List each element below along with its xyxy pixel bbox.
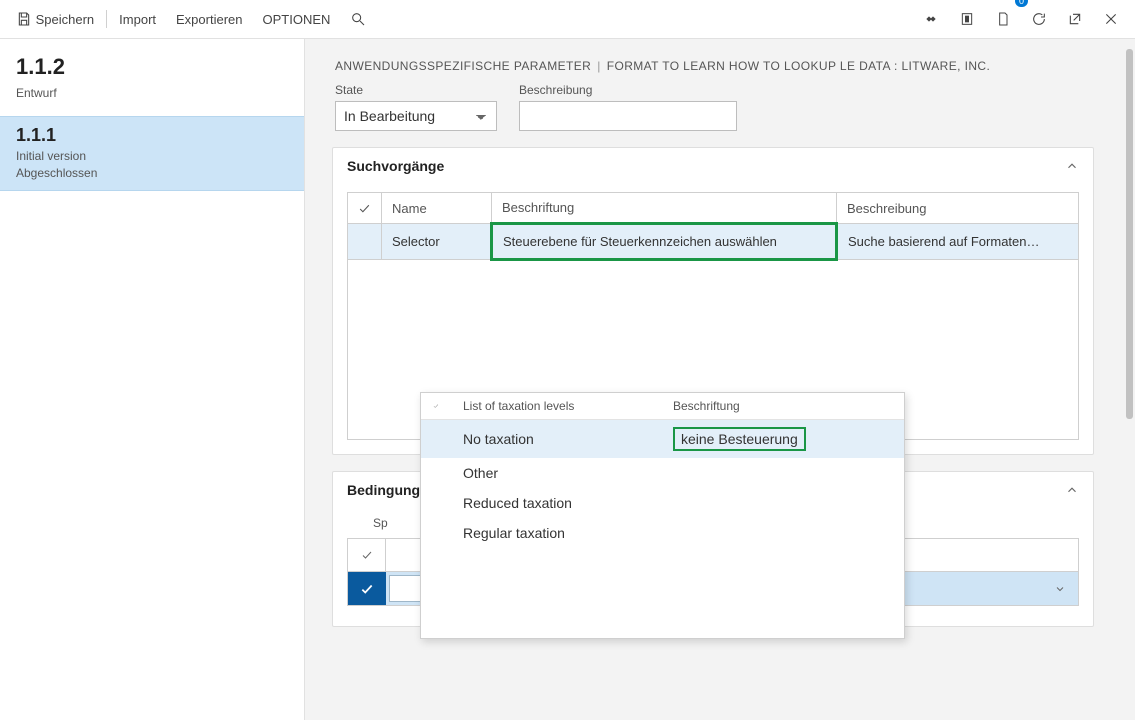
popup-row[interactable]: No taxationkeine Besteuerung bbox=[421, 420, 904, 459]
description-input[interactable] bbox=[519, 101, 737, 131]
table-header-row: Name Beschriftung Beschreibung bbox=[348, 193, 1079, 224]
popup-cell-label: keine Besteuerung bbox=[661, 420, 904, 459]
sidebar-item-selected[interactable]: 1.1.1 Initial version Abgeschlossen bbox=[0, 116, 304, 191]
description-field: Beschreibung bbox=[519, 83, 737, 131]
import-button[interactable]: Import bbox=[109, 0, 166, 38]
options-button[interactable]: OPTIONEN bbox=[253, 0, 341, 38]
scroll-thumb[interactable] bbox=[1126, 49, 1133, 419]
notifications-button[interactable]: 0 bbox=[985, 0, 1021, 38]
popout-button[interactable] bbox=[1057, 0, 1093, 38]
version-sidebar: 1.1.2 Entwurf 1.1.1 Initial version Abge… bbox=[0, 39, 305, 720]
sidebar-header: 1.1.2 Entwurf bbox=[0, 54, 304, 106]
selected-version-line1: Initial version bbox=[16, 149, 288, 163]
office-button[interactable] bbox=[949, 0, 985, 38]
popup-row[interactable]: Regular taxation bbox=[421, 518, 904, 548]
top-toolbar: Speichern Import Exportieren OPTIONEN 0 bbox=[0, 0, 1135, 39]
cell-label-highlighted: Steuerebene für Steuerkennzeichen auswäh… bbox=[492, 224, 837, 260]
popup-cell-list: Other bbox=[451, 458, 661, 488]
state-select[interactable]: In Bearbeitung bbox=[335, 101, 497, 131]
table-row[interactable]: Selector Steuerebene für Steuerkennzeich… bbox=[348, 224, 1079, 260]
checkmark-icon bbox=[358, 202, 371, 215]
checkmark-icon bbox=[433, 403, 439, 409]
export-button[interactable]: Exportieren bbox=[166, 0, 252, 38]
chevron-up-icon bbox=[1065, 159, 1079, 173]
close-button[interactable] bbox=[1093, 0, 1129, 38]
popout-icon bbox=[1067, 11, 1083, 27]
popup-cell-list: No taxation bbox=[451, 420, 661, 459]
popup-row[interactable]: Other bbox=[421, 458, 904, 488]
refresh-icon bbox=[1031, 11, 1047, 27]
popup-cell-label bbox=[661, 488, 904, 518]
chevron-up-icon bbox=[1065, 483, 1079, 497]
search-icon bbox=[350, 11, 366, 27]
save-button[interactable]: Speichern bbox=[6, 0, 104, 38]
connector-button[interactable] bbox=[913, 0, 949, 38]
checkmark-icon bbox=[361, 549, 373, 561]
popup-cell-label bbox=[661, 458, 904, 488]
chevron-down-icon[interactable] bbox=[1054, 583, 1066, 595]
cell-desc: Suche basierend auf Formaten… bbox=[837, 224, 1079, 260]
popup-cell-list: Reduced taxation bbox=[451, 488, 661, 518]
office-icon bbox=[959, 11, 975, 27]
popup-cell-list: Regular taxation bbox=[451, 518, 661, 548]
close-icon bbox=[1103, 11, 1119, 27]
popup-row[interactable]: Reduced taxation bbox=[421, 488, 904, 518]
state-field: State In Bearbeitung bbox=[335, 83, 497, 131]
selected-version-title: 1.1.1 bbox=[16, 125, 288, 146]
checkmark-icon bbox=[360, 582, 374, 596]
link-icon bbox=[923, 11, 939, 27]
current-version-status: Entwurf bbox=[16, 86, 288, 100]
searches-panel-header[interactable]: Suchvorgänge bbox=[333, 148, 1093, 184]
cell-name: Selector bbox=[382, 224, 492, 260]
document-icon bbox=[995, 11, 1011, 27]
refresh-button[interactable] bbox=[1021, 0, 1057, 38]
taxation-levels-popup: List of taxation levels Beschriftung No … bbox=[420, 392, 905, 639]
selected-version-line2: Abgeschlossen bbox=[16, 166, 288, 180]
popup-cell-label bbox=[661, 518, 904, 548]
search-button[interactable] bbox=[340, 0, 376, 38]
vertical-scrollbar[interactable] bbox=[1124, 39, 1135, 720]
current-version-title: 1.1.2 bbox=[16, 54, 288, 80]
breadcrumb: ANWENDUNGSSPEZIFISCHE PARAMETER|FORMAT T… bbox=[305, 39, 1124, 83]
save-icon bbox=[16, 11, 32, 27]
